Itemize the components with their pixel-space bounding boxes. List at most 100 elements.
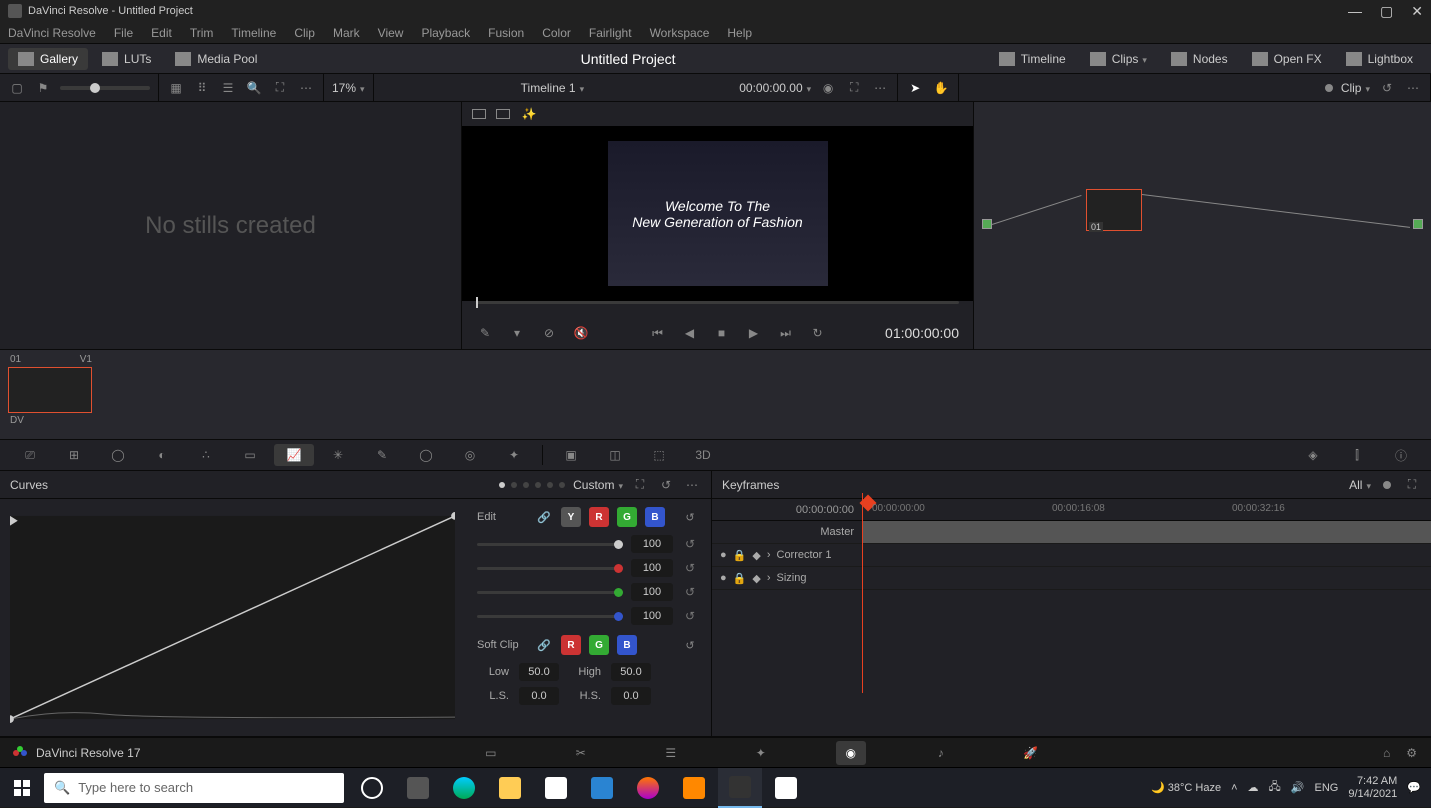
tray-onedrive-icon[interactable]: ☁	[1248, 781, 1259, 794]
wand-icon[interactable]: ✨	[520, 105, 538, 123]
viewer-canvas[interactable]: Welcome To The New Generation of Fashion	[462, 126, 973, 301]
more-icon[interactable]: ⋯	[297, 79, 315, 97]
timeline-toggle[interactable]: Timeline	[989, 48, 1076, 70]
picker-icon[interactable]: ✎	[476, 324, 494, 342]
fullscreen-icon[interactable]: ⛶	[845, 79, 863, 97]
scopes-icon[interactable]: ⫿	[1337, 448, 1377, 463]
clips-toggle[interactable]: Clips	[1080, 48, 1157, 70]
curve-y-button[interactable]: Y	[561, 507, 581, 527]
curves-page-dots[interactable]	[499, 482, 565, 488]
blur-icon[interactable]: ▣	[551, 448, 591, 462]
intensity-g-slider[interactable]	[477, 591, 623, 594]
picker-chev-icon[interactable]: ▾	[508, 324, 526, 342]
hdr-icon[interactable]: ◐	[142, 448, 182, 462]
keyframes-ruler[interactable]: 00:00:00:00 00:00:00:00 00:00:16:08 00:0…	[712, 499, 1431, 521]
viewer-tc[interactable]: 01:00:00:00	[885, 325, 959, 341]
mediapool-tab[interactable]: Media Pool	[165, 48, 267, 70]
node-slider-dot[interactable]	[1325, 84, 1333, 92]
grid2-icon[interactable]: ⠿	[193, 79, 211, 97]
tray-volume-icon[interactable]: 🔊	[1291, 781, 1305, 794]
nodes-toggle[interactable]: Nodes	[1161, 48, 1238, 70]
camera-raw-icon[interactable]: ⎚	[10, 448, 50, 463]
edit-reset-icon[interactable]: ↺	[681, 508, 699, 526]
curves-expand-icon[interactable]: ⛶	[631, 476, 649, 494]
colorwheel-icon[interactable]: ◉	[819, 79, 837, 97]
node-input-anchor[interactable]	[982, 219, 992, 229]
luts-tab[interactable]: LUTs	[92, 48, 161, 70]
home-button[interactable]: ⌂	[1383, 746, 1390, 760]
softclip-low-input[interactable]: 50.0	[519, 663, 559, 681]
softclip-r-button[interactable]: R	[561, 635, 581, 655]
softclip-high-input[interactable]: 50.0	[611, 663, 651, 681]
window-icon[interactable]: ◯	[406, 448, 446, 462]
reset-g-icon[interactable]: ↺	[681, 583, 699, 601]
sizing-icon[interactable]: ⬚	[639, 448, 679, 462]
minimize-button[interactable]: —	[1348, 3, 1362, 20]
curve-r-button[interactable]: R	[589, 507, 609, 527]
curves-more-icon[interactable]: ⋯	[683, 476, 701, 494]
bypass-icon[interactable]: ⊘	[540, 324, 558, 342]
edit-page-button[interactable]: ☰	[656, 741, 686, 765]
menu-workspace[interactable]: Workspace	[650, 26, 710, 40]
viewer-mode1-icon[interactable]	[472, 109, 486, 119]
cortana-icon[interactable]	[350, 768, 394, 808]
curves-graph[interactable]	[0, 499, 465, 736]
intensity-b-slider[interactable]	[477, 615, 623, 618]
curve-b-button[interactable]: B	[645, 507, 665, 527]
paint-icon[interactable]	[764, 768, 808, 808]
settings-button[interactable]: ⚙	[1406, 746, 1417, 760]
next-frame-icon[interactable]: ⏭	[777, 324, 795, 342]
viewer-scrubber[interactable]	[462, 301, 973, 317]
keyframes-dot[interactable]	[1383, 481, 1391, 489]
fairlight-page-button[interactable]: ♪	[926, 741, 956, 765]
lightbox-toggle[interactable]: Lightbox	[1336, 48, 1423, 70]
color-match-icon[interactable]: ⊞	[54, 448, 94, 462]
start-button[interactable]	[0, 768, 44, 807]
weather-widget[interactable]: 🌙 38°C Haze	[1151, 781, 1221, 794]
reset-y-icon[interactable]: ↺	[681, 535, 699, 553]
curves-icon[interactable]: 📈	[274, 444, 314, 466]
nodes-more-icon[interactable]: ⋯	[1404, 79, 1422, 97]
taskview-icon[interactable]	[396, 768, 440, 808]
viewer-mode2-icon[interactable]	[496, 109, 510, 119]
stop-icon[interactable]: ■	[713, 324, 731, 342]
flag-icon[interactable]: ⚑	[34, 79, 52, 97]
mail-icon[interactable]	[580, 768, 624, 808]
menu-color[interactable]: Color	[542, 26, 571, 40]
softclip-reset-icon[interactable]: ↺	[681, 636, 699, 654]
wheels-icon[interactable]: ◯	[98, 448, 138, 462]
timeline-selector[interactable]: Timeline 1	[521, 81, 584, 95]
arrow-tool-icon[interactable]: ➤	[906, 79, 924, 97]
link-icon[interactable]: 🔗	[535, 508, 553, 526]
keyframe-sizing-row[interactable]: ●🔒◆›Sizing	[712, 567, 1431, 590]
expand-icon[interactable]: ⛶	[271, 79, 289, 97]
menu-view[interactable]: View	[378, 26, 404, 40]
tray-clock[interactable]: 7:42 AM 9/14/2021	[1348, 775, 1397, 801]
keyframe-corrector-row[interactable]: ●🔒◆›Corrector 1	[712, 544, 1431, 567]
softclip-b-button[interactable]: B	[617, 635, 637, 655]
key-icon[interactable]: ◫	[595, 448, 635, 462]
color-page-button[interactable]: ◉	[836, 741, 866, 765]
viewer-timecode[interactable]: 00:00:00.00	[739, 81, 811, 95]
search-icon[interactable]: 🔍	[245, 79, 263, 97]
reset-icon[interactable]: ↺	[1378, 79, 1396, 97]
thumb-size-slider[interactable]	[60, 86, 150, 90]
tray-chevron-icon[interactable]: ˄	[1231, 782, 1237, 794]
play-icon[interactable]: ▶	[745, 324, 763, 342]
close-button[interactable]: ✕	[1411, 3, 1423, 20]
nodes-panel[interactable]: 01	[974, 102, 1431, 349]
qualifier-icon[interactable]: ✎	[362, 448, 402, 462]
illustrator-icon[interactable]	[672, 768, 716, 808]
mute-icon[interactable]: 🔇	[572, 324, 590, 342]
stills-view-icon[interactable]: ▢	[8, 79, 26, 97]
menu-trim[interactable]: Trim	[190, 26, 214, 40]
fusion-page-button[interactable]: ✦	[746, 741, 776, 765]
node-output-anchor[interactable]	[1413, 219, 1423, 229]
softclip-ls-input[interactable]: 0.0	[519, 687, 559, 705]
firefox-icon[interactable]	[626, 768, 670, 808]
3d-icon[interactable]: 3D	[683, 448, 723, 462]
store-icon[interactable]	[534, 768, 578, 808]
prev-frame-icon[interactable]: ◀	[681, 324, 699, 342]
menu-fusion[interactable]: Fusion	[488, 26, 524, 40]
clip-dropdown[interactable]: Clip	[1341, 81, 1370, 95]
